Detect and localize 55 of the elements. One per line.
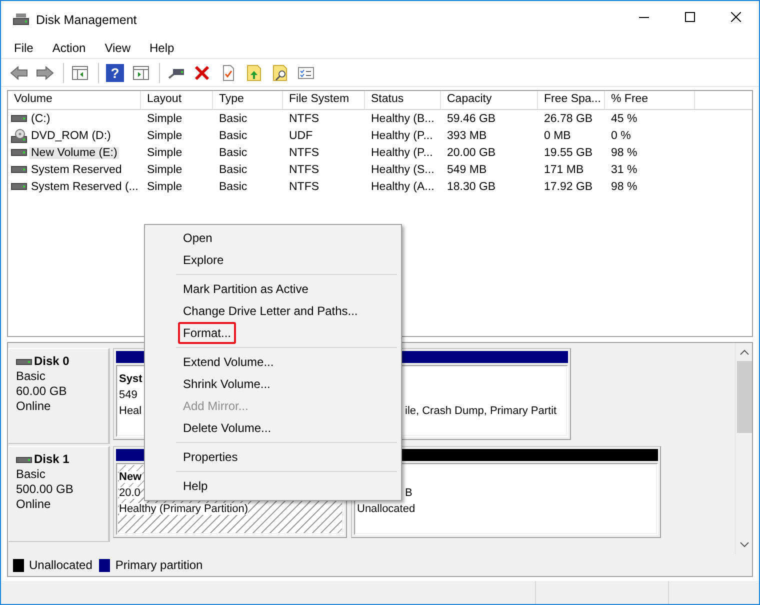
table-cell-text: Basic	[218, 164, 248, 176]
disk-name: Disk 0	[34, 354, 70, 369]
table-cell-text: Basic	[218, 130, 248, 142]
table-cell-text: 98 %	[610, 180, 638, 192]
table-cell-text: 17.92 GB	[543, 180, 594, 192]
table-cell-text: Basic	[218, 112, 248, 124]
table-cell-text: Simple	[146, 112, 184, 124]
partition-info: 20.0	[119, 487, 140, 499]
table-cell-text: Simple	[146, 130, 184, 142]
legend-label: Unallocated	[29, 558, 92, 572]
legend-label: Primary partition	[115, 558, 203, 572]
table-cell-text: 98 %	[610, 146, 638, 158]
table-cell-text: 19.55 GB	[543, 146, 594, 158]
table-cell-text: NTFS	[288, 112, 320, 124]
table-cell-text: 31 %	[610, 164, 638, 176]
disk-info: Online	[16, 497, 52, 512]
table-cell-text: 171 MB	[543, 164, 585, 176]
table-cell-text: Basic	[218, 146, 248, 158]
table-cell-text: 549 MB	[446, 164, 488, 176]
table-cell-text: NTFS	[288, 164, 320, 176]
table-cell-text: 18.30 GB	[446, 180, 497, 192]
disk-name: Disk 1	[34, 452, 70, 467]
window-title: Disk Management	[36, 12, 137, 26]
partition-name: Syst	[119, 373, 142, 385]
partition-info: ile, Crash Dump, Primary Partit	[405, 405, 557, 417]
table-cell-text: Healthy (P...	[370, 130, 434, 142]
disk-info: 500.00 GB	[16, 482, 74, 497]
table-cell-text: Healthy (S...	[370, 164, 436, 176]
disk-info: 60.00 GB	[16, 384, 68, 399]
table-cell-text: NTFS	[288, 146, 320, 158]
table-cell-text: 0 %	[610, 130, 632, 142]
table-cell-text: Basic	[218, 180, 248, 192]
partition-info: Healthy (Primary Partition)	[119, 503, 248, 515]
table-cell-text: 0 MB	[543, 130, 572, 142]
partition-name: New	[119, 471, 142, 483]
partition-info: Unallocated	[357, 503, 416, 515]
disk-info: Basic	[16, 369, 46, 384]
table-cell-text: NTFS	[288, 180, 320, 192]
disk-info: Online	[16, 399, 52, 414]
table-cell-text: UDF	[288, 130, 314, 142]
table-cell-text: 45 %	[610, 112, 638, 124]
table-cell-text: 59.46 GB	[446, 112, 497, 124]
table-cell-text: Healthy (B...	[370, 112, 436, 124]
table-cell-text: Healthy (A...	[370, 180, 436, 192]
table-cell-text: 26.78 GB	[543, 112, 594, 124]
partition-info: 549	[119, 389, 138, 401]
partition-info: Heal	[119, 405, 142, 417]
partition-info: B	[405, 487, 412, 499]
table-cell-text: Simple	[146, 146, 184, 158]
table-cell-text: Simple	[146, 180, 184, 192]
disk-info: Basic	[16, 467, 46, 482]
table-cell-text: 20.00 GB	[446, 146, 497, 158]
table-cell-text: 393 MB	[446, 130, 488, 142]
table-cell-text: Simple	[146, 164, 184, 176]
table-cell-text: Healthy (P...	[370, 146, 434, 158]
